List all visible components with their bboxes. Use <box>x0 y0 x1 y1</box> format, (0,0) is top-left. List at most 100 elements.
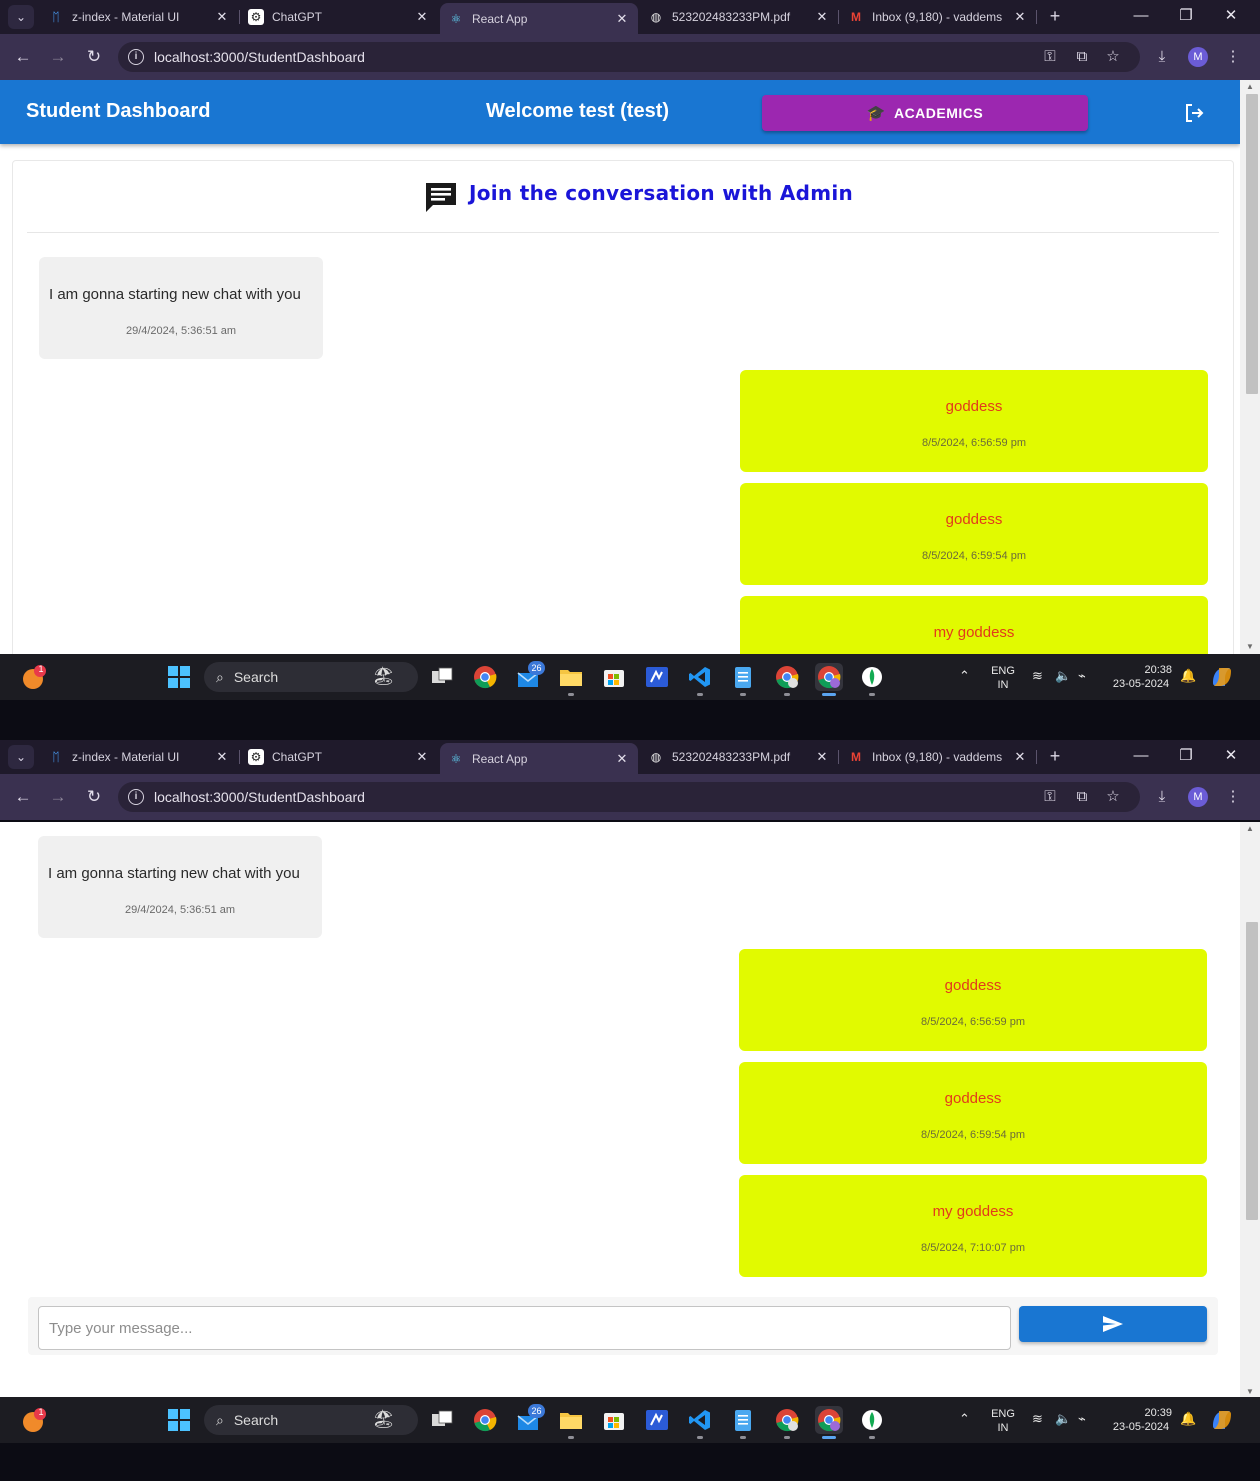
visual-studio-icon[interactable] <box>643 663 671 691</box>
tab-gmail[interactable]: M Inbox (9,180) - vaddems ✕ <box>840 3 1036 31</box>
close-icon[interactable]: ✕ <box>814 9 830 25</box>
window-close-icon[interactable]: ✕ <box>1218 4 1244 28</box>
scroll-thumb[interactable] <box>1246 922 1258 1220</box>
notepad-icon[interactable] <box>729 1406 757 1439</box>
taskbar-search[interactable]: ⌕ Search 🏖 <box>204 1405 418 1435</box>
chrome-profile-icon[interactable] <box>773 1406 801 1439</box>
volume-icon[interactable]: 🔈 <box>1055 1411 1071 1427</box>
taskbar-search[interactable]: ⌕ Search 🏖 <box>204 662 418 692</box>
tab-search-button[interactable]: ⌄ <box>8 5 34 29</box>
scroll-thumb[interactable] <box>1246 94 1258 394</box>
windows-start-icon[interactable] <box>165 1406 193 1434</box>
menu-kebab-icon[interactable]: ⋮ <box>1221 45 1245 69</box>
menu-kebab-icon[interactable]: ⋮ <box>1221 785 1245 809</box>
microsoft-store-icon[interactable] <box>600 1406 628 1434</box>
site-info-icon[interactable]: i <box>128 789 144 805</box>
minimize-icon[interactable]: — <box>1128 4 1154 28</box>
vscode-icon[interactable] <box>686 1406 714 1439</box>
close-icon[interactable]: ✕ <box>614 751 630 767</box>
battery-icon[interactable]: ⌁ <box>1078 668 1086 684</box>
close-icon[interactable]: ✕ <box>1012 749 1028 765</box>
address-bar[interactable]: i localhost:3000/StudentDashboard <box>118 782 1140 812</box>
install-app-icon[interactable]: ⧉ <box>1070 45 1094 69</box>
file-explorer-icon[interactable] <box>557 663 585 696</box>
close-icon[interactable]: ✕ <box>414 749 430 765</box>
academics-button[interactable]: 🎓 ACADEMICS <box>762 95 1088 131</box>
scroll-up-icon[interactable]: ▲ <box>1244 82 1256 92</box>
tab-pdf[interactable]: ◍ 523202483233PM.pdf ✕ <box>640 3 838 31</box>
site-info-icon[interactable]: i <box>128 49 144 65</box>
windows-start-icon[interactable] <box>165 663 193 691</box>
restore-icon[interactable]: ❐ <box>1173 744 1199 768</box>
back-arrow-icon[interactable]: ← <box>11 785 35 809</box>
download-icon[interactable]: ⤓ <box>1150 785 1174 809</box>
new-tab-button[interactable]: + <box>1044 5 1066 27</box>
notepad-icon[interactable] <box>729 663 757 696</box>
forward-arrow-icon[interactable]: → <box>46 45 70 69</box>
chrome-icon[interactable] <box>471 1406 499 1434</box>
tab-mui[interactable]: ᛖ z-index - Material UI ✕ <box>40 3 238 31</box>
tab-react-app[interactable]: ⚛ React App ✕ <box>440 3 638 34</box>
close-icon[interactable]: ✕ <box>814 749 830 765</box>
profile-avatar[interactable]: M <box>1188 787 1208 807</box>
task-view-icon[interactable] <box>428 663 456 691</box>
wifi-icon[interactable]: ≋ <box>1032 668 1043 684</box>
mongodb-compass-icon[interactable] <box>858 1406 886 1439</box>
tab-chatgpt[interactable]: ⚙ ChatGPT ✕ <box>240 743 438 771</box>
install-app-icon[interactable]: ⧉ <box>1070 785 1094 809</box>
forward-arrow-icon[interactable]: → <box>46 785 70 809</box>
tab-mui[interactable]: ᛖ z-index - Material UI ✕ <box>40 743 238 771</box>
scroll-up-icon[interactable]: ▲ <box>1244 824 1256 834</box>
close-icon[interactable]: ✕ <box>414 9 430 25</box>
volume-icon[interactable]: 🔈 <box>1055 668 1071 684</box>
microsoft-store-icon[interactable] <box>600 663 628 691</box>
close-icon[interactable]: ✕ <box>214 9 230 25</box>
tab-chatgpt[interactable]: ⚙ ChatGPT ✕ <box>240 3 438 31</box>
tray-overflow-icon[interactable]: ⌃ <box>959 1411 970 1427</box>
bookmark-star-icon[interactable]: ☆ <box>1101 785 1125 809</box>
mongodb-compass-icon[interactable] <box>858 663 886 696</box>
back-arrow-icon[interactable]: ← <box>11 45 35 69</box>
tab-react-app[interactable]: ⚛ React App ✕ <box>440 743 638 774</box>
tray-overflow-icon[interactable]: ⌃ <box>959 668 970 684</box>
reload-icon[interactable]: ↻ <box>82 785 106 809</box>
restore-icon[interactable]: ❐ <box>1173 4 1199 28</box>
wifi-icon[interactable]: ≋ <box>1032 1411 1043 1427</box>
minimize-icon[interactable]: — <box>1128 744 1154 768</box>
message-input[interactable] <box>38 1306 1011 1350</box>
page-scrollbar[interactable]: ▲ ▼ <box>1240 822 1260 1399</box>
chrome-active-icon[interactable] <box>815 663 843 696</box>
tab-gmail[interactable]: M Inbox (9,180) - vaddems ✕ <box>840 743 1036 771</box>
new-tab-button[interactable]: + <box>1044 745 1066 767</box>
tab-search-button[interactable]: ⌄ <box>8 745 34 769</box>
close-icon[interactable]: ✕ <box>614 11 630 27</box>
logout-icon[interactable] <box>1182 101 1206 125</box>
address-bar[interactable]: i localhost:3000/StudentDashboard <box>118 42 1140 72</box>
close-icon[interactable]: ✕ <box>1012 9 1028 25</box>
clock[interactable]: 20:39 23-05-2024 <box>1106 1406 1176 1434</box>
password-key-icon[interactable]: ⚿ <box>1038 45 1062 69</box>
notification-bell-icon[interactable]: 🔔 <box>1180 668 1196 684</box>
visual-studio-icon[interactable] <box>643 1406 671 1434</box>
clock[interactable]: 20:38 23-05-2024 <box>1106 663 1176 691</box>
reload-icon[interactable]: ↻ <box>82 45 106 69</box>
bookmark-star-icon[interactable]: ☆ <box>1101 45 1125 69</box>
chrome-active-icon[interactable] <box>815 1406 843 1439</box>
scroll-down-icon[interactable]: ▼ <box>1244 642 1256 652</box>
language-indicator[interactable]: ENG IN <box>987 1407 1019 1435</box>
file-explorer-icon[interactable] <box>557 1406 585 1439</box>
download-icon[interactable]: ⤓ <box>1150 45 1174 69</box>
copilot-icon[interactable] <box>1208 663 1236 691</box>
vscode-icon[interactable] <box>686 663 714 696</box>
window-close-icon[interactable]: ✕ <box>1218 744 1244 768</box>
mail-icon[interactable]: 26 <box>516 1404 545 1434</box>
language-indicator[interactable]: ENG IN <box>987 664 1019 692</box>
scroll-down-icon[interactable]: ▼ <box>1244 1387 1256 1397</box>
page-scrollbar[interactable]: ▲ ▼ <box>1240 80 1260 654</box>
profile-avatar[interactable]: M <box>1188 47 1208 67</box>
send-button[interactable] <box>1019 1306 1207 1342</box>
chrome-profile-icon[interactable] <box>773 663 801 696</box>
widgets-icon[interactable]: 1 <box>20 663 48 691</box>
close-icon[interactable]: ✕ <box>214 749 230 765</box>
mail-icon[interactable]: 26 <box>516 661 545 691</box>
